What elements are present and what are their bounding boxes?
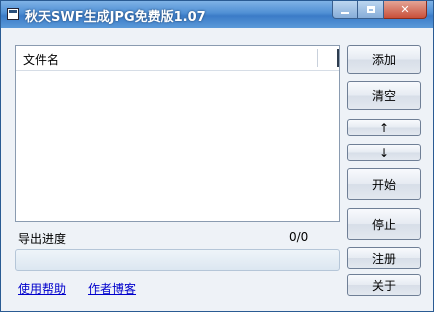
window-title: 秋天SWF生成JPG免费版1.07 — [25, 10, 206, 25]
file-list-header: 文件名 — [16, 46, 339, 71]
column-resize-handle[interactable] — [337, 49, 339, 67]
stop-button[interactable]: 停止 — [347, 208, 421, 240]
add-button[interactable]: 添加 — [347, 45, 421, 74]
export-progress-label: 导出进度 — [18, 232, 67, 246]
start-button[interactable]: 开始 — [347, 168, 421, 200]
minimize-button[interactable] — [332, 1, 358, 19]
help-link[interactable]: 使用帮助 — [18, 280, 66, 297]
close-button[interactable]: ✕ — [384, 1, 427, 19]
move-down-button[interactable]: ↓ — [347, 144, 421, 161]
maximize-button[interactable] — [358, 1, 384, 19]
maximize-icon — [366, 6, 375, 13]
app-window: 秋天SWF生成JPG免费版1.07 ✕ 文件名 添加 清空 ↑ ↓ 开始 停止 … — [0, 0, 434, 312]
export-progress-count: 0/0 — [289, 230, 309, 244]
export-progress-bar — [15, 249, 340, 271]
app-window-icon[interactable] — [7, 8, 19, 20]
register-button[interactable]: 注册 — [347, 247, 421, 269]
clear-button[interactable]: 清空 — [347, 81, 421, 110]
close-icon: ✕ — [400, 3, 410, 16]
minimize-icon — [341, 11, 349, 14]
author-blog-link[interactable]: 作者博客 — [88, 280, 136, 297]
window-controls: ✕ — [332, 1, 427, 19]
file-list[interactable]: 文件名 — [15, 45, 340, 222]
title-bar[interactable]: 秋天SWF生成JPG免费版1.07 ✕ — [1, 1, 433, 28]
column-header-filename[interactable]: 文件名 — [23, 51, 59, 68]
move-up-button[interactable]: ↑ — [347, 119, 421, 136]
about-button[interactable]: 关于 — [347, 274, 421, 296]
column-divider[interactable] — [317, 49, 318, 67]
